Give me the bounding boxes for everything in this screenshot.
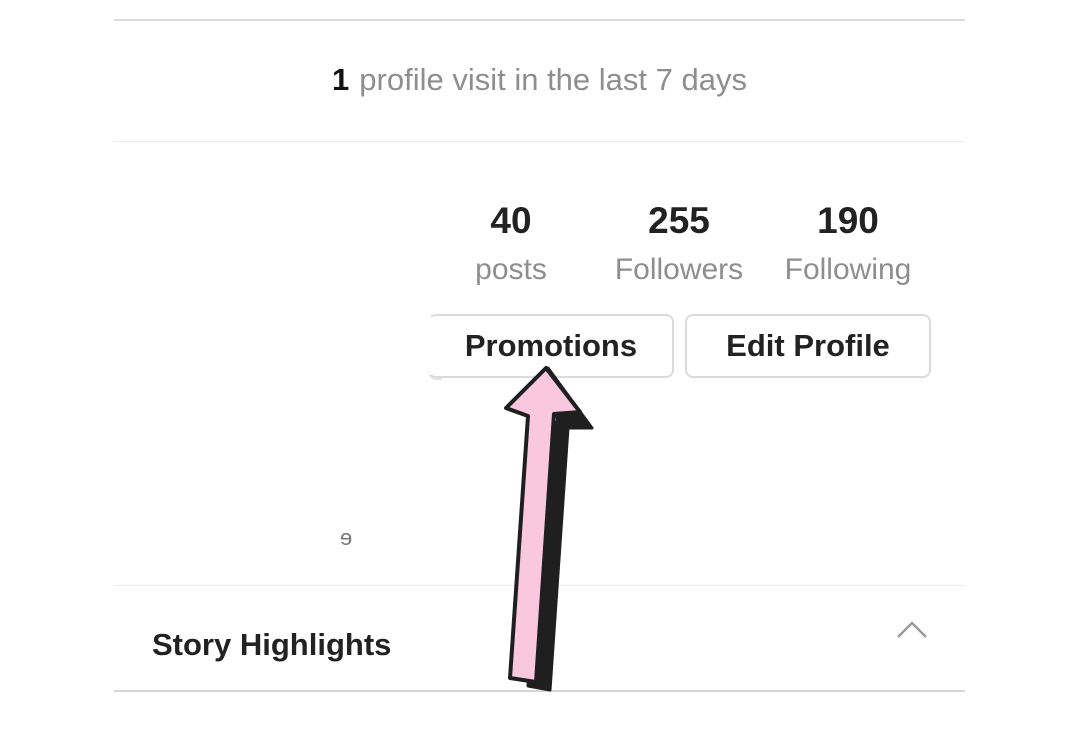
arrow-annotation <box>504 366 594 692</box>
chevron-up-icon[interactable] <box>896 618 928 640</box>
story-highlights-title: Story Highlights <box>152 627 392 662</box>
divider-top <box>114 19 965 21</box>
stat-posts-label: posts <box>475 253 547 286</box>
stat-followers[interactable]: 255 Followers <box>599 196 759 294</box>
stat-following[interactable]: 190 Following <box>768 196 928 294</box>
stat-following-label: Following <box>784 253 912 286</box>
profile-visits[interactable]: 1 profile visit in the last 7 days <box>114 62 965 98</box>
stat-followers-count: 255 <box>648 200 710 241</box>
stat-posts[interactable]: 40 posts <box>431 196 591 294</box>
stat-following-count: 190 <box>817 200 879 241</box>
divider-mid <box>114 141 965 142</box>
stat-followers-label: Followers <box>614 253 744 286</box>
visits-count: 1 <box>332 62 350 97</box>
edit-profile-button[interactable]: Edit Profile <box>685 314 931 378</box>
stat-posts-count: 40 <box>490 200 532 241</box>
edit-artifact: ɘ <box>340 525 353 550</box>
visits-text: profile visit in the last 7 days <box>359 62 747 97</box>
